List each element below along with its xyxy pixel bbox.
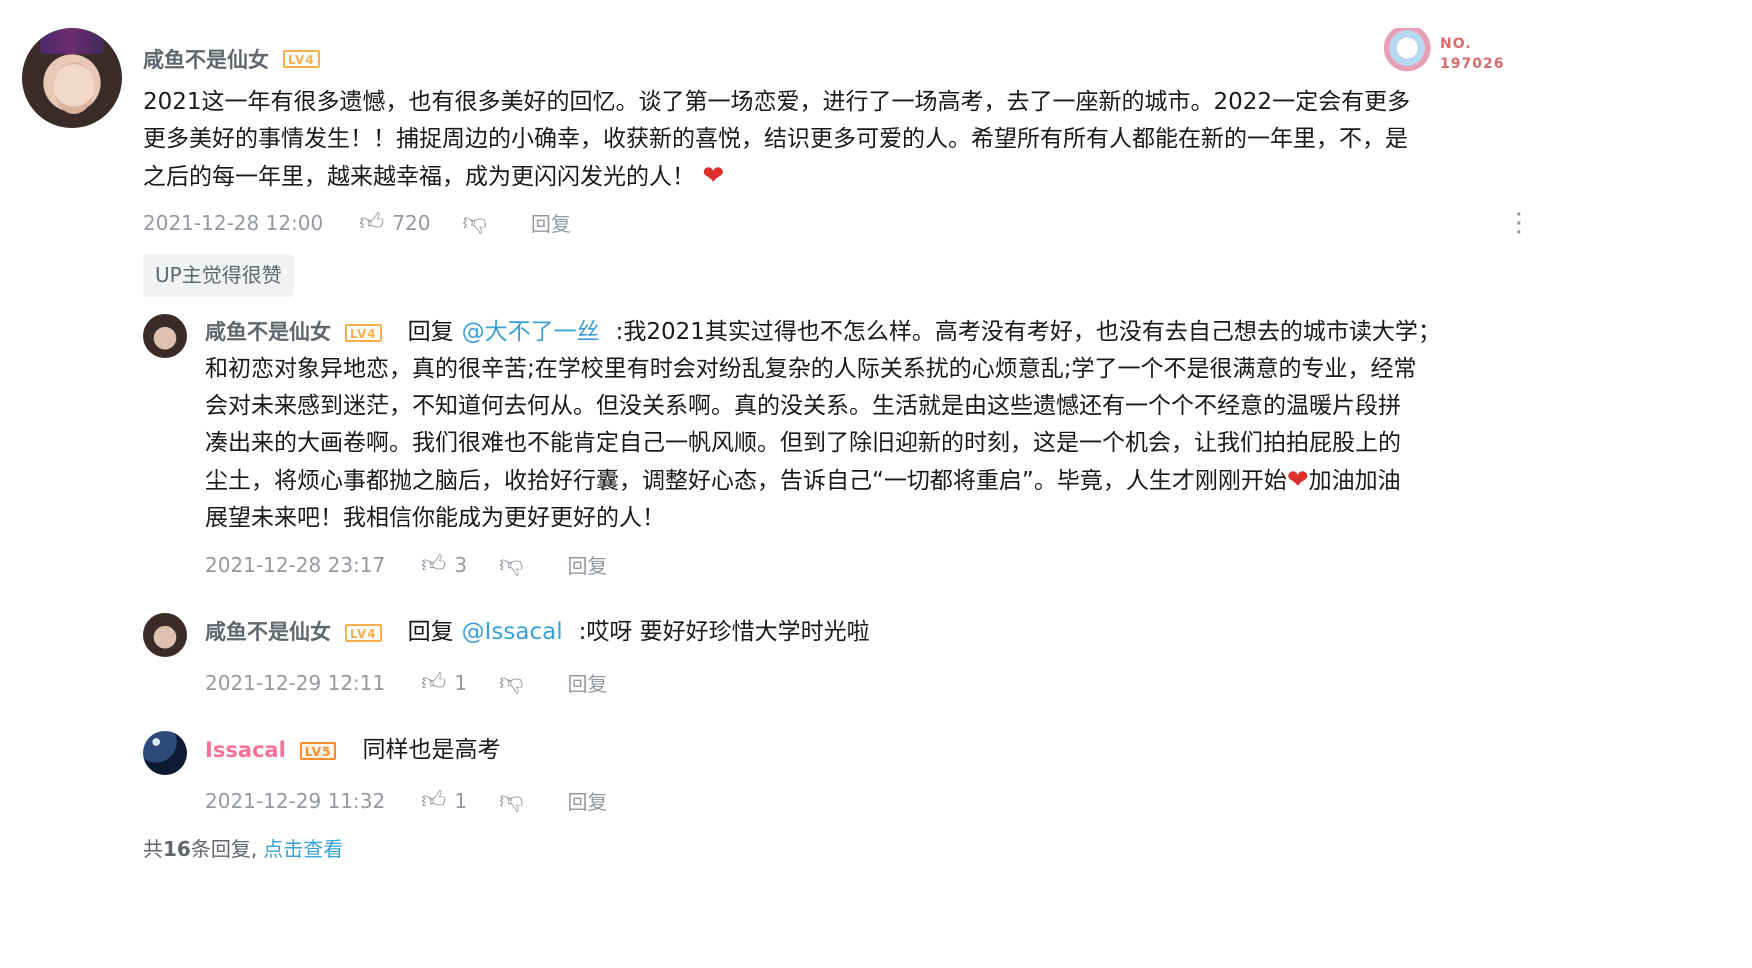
reply-avatar[interactable] (143, 314, 187, 358)
mention-link[interactable]: @Issacal (462, 614, 563, 651)
like-count: 1 (454, 788, 468, 813)
reply-avatar[interactable] (143, 613, 187, 657)
reply-total-count: 16 (163, 837, 191, 861)
reply-3-meta: 2021-12-29 11:32 👍︎ 1 👎︎ 回复 (205, 786, 607, 815)
up-liked-badge: UP主觉得很赞 (143, 254, 294, 297)
view-all-replies-link[interactable]: 点击查看 (263, 837, 343, 861)
reply-text-first: :哎呀 要好好珍惜大学时光啦 (578, 619, 870, 645)
dislike-button[interactable]: 👎︎ (499, 786, 523, 815)
fan-number-badge: NO. 197026 (1372, 26, 1512, 82)
reply-text-first: :我2021其实过得也不怎么样。高考没有考好，也没有去自己想去的城市读大学； (615, 319, 1441, 345)
comment-time: 2021-12-29 12:11 (205, 670, 386, 695)
like-button[interactable]: 👍︎ 720 (359, 208, 430, 237)
main-comment-text: 2021这一年有很多遗憾，也有很多美好的回忆。谈了第一场恋爱，进行了一场高考，去… (143, 84, 1533, 196)
avatar-crown-decoration (40, 28, 104, 54)
fan-badge-no-label: NO. (1440, 36, 1472, 52)
footer-suffix: 条回复, (190, 837, 258, 861)
reply-button[interactable]: 回复 (567, 786, 607, 815)
reply-username[interactable]: Issacal (205, 732, 286, 769)
fan-badge-number: 197026 (1440, 56, 1505, 72)
reply-1-body: 咸鱼不是仙女 LV4 回复 @大不了一丝 :我2021其实过得也不怎么样。高考没… (205, 314, 1525, 537)
reply-1-line-5: 尘土，将烦心事都抛之脑后，收拾好行囊，调整好心态，告诉自己“一切都将重启”。毕竟… (205, 462, 1525, 500)
main-comment-header: 咸鱼不是仙女 LV4 (143, 44, 320, 74)
reply-1-line-6: 展望未来吧！我相信你能成为更好更好的人！ (205, 505, 665, 531)
comment-time: 2021-12-29 11:32 (205, 788, 386, 813)
level-badge: LV4 (345, 323, 382, 342)
main-comment-line-3: 之后的每一年里，越来越幸福，成为更闪闪发光的人！ (143, 164, 695, 190)
thumbs-up-icon: 👍︎ (359, 208, 385, 236)
reply-2-body: 咸鱼不是仙女 LV4 回复 @Issacal :哎呀 要好好珍惜大学时光啦 (205, 614, 870, 651)
main-comment-line-1: 2021这一年有很多遗憾，也有很多美好的回忆。谈了第一场恋爱，进行了一场高考，去… (143, 89, 1411, 115)
reply-button[interactable]: 回复 (567, 668, 607, 697)
dislike-button[interactable]: 👎︎ (499, 668, 523, 697)
thumbs-up-icon: 👍︎ (421, 668, 447, 696)
dislike-button[interactable]: 👎︎ (499, 550, 523, 579)
reply-1-line-5b: 加油加油 (1308, 468, 1401, 494)
thumbs-down-icon: 👎︎ (499, 550, 524, 578)
heart-icon: ❤ (702, 161, 725, 191)
thumbs-up-icon: 👍︎ (421, 550, 447, 578)
main-comment-meta: 2021-12-28 12:00 👍︎ 720 👎︎ 回复 (143, 208, 571, 237)
reply-1-meta: 2021-12-28 23:17 👍︎ 3 👎︎ 回复 (205, 550, 607, 579)
heart-icon: ❤ (1286, 465, 1309, 495)
thumbs-down-icon: 👎︎ (499, 668, 524, 696)
like-count: 3 (454, 552, 468, 577)
thumbs-down-icon: 👎︎ (499, 786, 524, 814)
thumbs-up-icon: 👍︎ (421, 786, 447, 814)
like-count: 720 (392, 210, 431, 235)
reply-button[interactable]: 回复 (531, 208, 571, 237)
main-comment-username[interactable]: 咸鱼不是仙女 (143, 44, 269, 74)
reply-2-meta: 2021-12-29 12:11 👍︎ 1 👎︎ 回复 (205, 668, 607, 697)
thumbs-down-icon: 👎︎ (462, 208, 487, 236)
avatar-face (54, 62, 94, 114)
comment-time: 2021-12-28 12:00 (143, 210, 324, 235)
comment-time: 2021-12-28 23:17 (205, 552, 386, 577)
reply-text-first: 同样也是高考 (362, 737, 501, 763)
reply-1-line-3: 会对未来感到迷茫，不知道何去何从。但没关系啊。真的没关系。生活就是由这些遗憾还有… (205, 393, 1401, 419)
main-comment-line-3-wrap: 之后的每一年里，越来越幸福，成为更闪闪发光的人！ ❤ (143, 158, 1533, 196)
reply-1-line-5a: 尘土，将烦心事都抛之脑后，收拾好行囊，调整好心态，告诉自己“一切都将重启”。毕竟… (205, 468, 1287, 494)
level-badge: LV5 (299, 741, 337, 760)
fan-badge-character-icon (1372, 28, 1436, 78)
level-badge: LV4 (283, 50, 320, 68)
like-button[interactable]: 👍︎ 3 (421, 550, 467, 579)
reply-avatar[interactable] (143, 731, 187, 775)
mention-link[interactable]: @大不了一丝 (462, 314, 600, 351)
reply-1-first-line: 咸鱼不是仙女 LV4 回复 @大不了一丝 :我2021其实过得也不怎么样。高考没… (205, 314, 1525, 351)
level-badge: LV4 (345, 623, 382, 642)
view-more-replies: 共16条回复, 点击查看 (143, 833, 343, 862)
main-comment-line-2: 更多美好的事情发生！！捕捉周边的小确幸，收获新的喜悦，结识更多可爱的人。希望所有… (143, 126, 1408, 152)
more-options-icon[interactable]: ⋮ (1506, 210, 1532, 248)
reply-3-body: Issacal LV5 同样也是高考 (205, 732, 500, 769)
footer-prefix: 共 (143, 837, 163, 861)
like-button[interactable]: 👍︎ 1 (421, 786, 467, 815)
like-button[interactable]: 👍︎ 1 (421, 668, 467, 697)
dislike-button[interactable]: 👎︎ (463, 208, 487, 237)
main-comment-avatar[interactable] (22, 28, 122, 128)
reply-username[interactable]: 咸鱼不是仙女 (205, 314, 331, 351)
reply-button[interactable]: 回复 (567, 550, 607, 579)
like-count: 1 (454, 670, 468, 695)
reply-username[interactable]: 咸鱼不是仙女 (205, 614, 331, 651)
reply-prefix: 回复 (407, 619, 454, 645)
reply-1-line-4: 凑出来的大画卷啊。我们很难也不能肯定自己一帆风顺。但到了除旧迎新的时刻，这是一个… (205, 430, 1401, 456)
reply-1-line-2: 和初恋对象异地恋，真的很辛苦;在学校里有时会对纷乱复杂的人际关系扰的心烦意乱;学… (205, 356, 1417, 382)
reply-prefix: 回复 (407, 319, 454, 345)
